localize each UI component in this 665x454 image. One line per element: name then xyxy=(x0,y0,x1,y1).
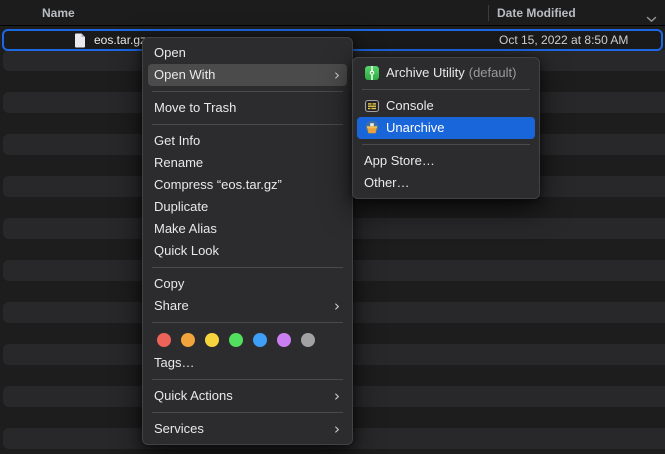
submenu-item-app-store[interactable]: App Store… xyxy=(353,150,539,172)
tag-color-dot[interactable] xyxy=(181,333,195,347)
submenu-item-archive-utility[interactable]: Archive Utility (default) xyxy=(353,62,539,84)
menu-item-services[interactable]: Services › xyxy=(143,418,352,440)
menu-item-duplicate[interactable]: Duplicate xyxy=(143,196,352,218)
menu-item-copy[interactable]: Copy xyxy=(143,273,352,295)
table-row[interactable] xyxy=(0,449,665,454)
chevron-right-icon: › xyxy=(334,386,340,406)
menu-separator xyxy=(362,89,530,90)
menu-item-open[interactable]: Open xyxy=(143,42,352,64)
column-header-date-modified[interactable]: Date Modified xyxy=(497,0,576,26)
menu-item-get-info[interactable]: Get Info xyxy=(143,130,352,152)
tag-color-row xyxy=(143,328,352,352)
file-name: eos.tar.gz xyxy=(94,31,146,49)
menu-item-move-to-trash[interactable]: Move to Trash xyxy=(143,97,352,119)
console-icon xyxy=(364,98,380,114)
tag-color-dot[interactable] xyxy=(205,333,219,347)
tag-color-dot[interactable] xyxy=(301,333,315,347)
tag-color-dot[interactable] xyxy=(157,333,171,347)
menu-item-tags[interactable]: Tags… xyxy=(143,352,352,374)
chevron-right-icon: › xyxy=(334,65,340,85)
menu-separator xyxy=(152,267,343,268)
submenu-item-console[interactable]: Console xyxy=(353,95,539,117)
menu-separator xyxy=(152,91,343,92)
list-header: Name Date Modified xyxy=(0,0,665,26)
menu-item-make-alias[interactable]: Make Alias xyxy=(143,218,352,240)
menu-item-quick-actions[interactable]: Quick Actions › xyxy=(143,385,352,407)
column-divider[interactable] xyxy=(488,5,489,21)
menu-separator xyxy=(152,379,343,380)
menu-item-compress[interactable]: Compress “eos.tar.gz” xyxy=(143,174,352,196)
menu-separator xyxy=(152,124,343,125)
file-date-modified: Oct 15, 2022 at 8:50 AM xyxy=(499,31,628,49)
document-icon xyxy=(74,33,86,53)
open-with-submenu: Archive Utility (default) Console U xyxy=(352,57,540,199)
column-header-name[interactable]: Name xyxy=(42,0,75,26)
chevron-down-icon[interactable] xyxy=(646,10,657,28)
tag-color-dot[interactable] xyxy=(229,333,243,347)
chevron-right-icon: › xyxy=(334,296,340,316)
menu-item-open-with[interactable]: Open With › xyxy=(148,64,347,86)
context-menu: Open Open With › Move to Trash Get Info … xyxy=(142,37,353,445)
menu-item-share[interactable]: Share › xyxy=(143,295,352,317)
archive-utility-icon xyxy=(364,65,380,81)
menu-separator xyxy=(152,322,343,323)
default-app-suffix: (default) xyxy=(469,62,517,84)
submenu-item-unarchive[interactable]: Unarchive xyxy=(357,117,535,139)
unarchive-icon xyxy=(364,120,380,136)
menu-item-rename[interactable]: Rename xyxy=(143,152,352,174)
menu-separator xyxy=(152,412,343,413)
tag-color-dot[interactable] xyxy=(253,333,267,347)
submenu-item-other[interactable]: Other… xyxy=(353,172,539,194)
menu-item-quick-look[interactable]: Quick Look xyxy=(143,240,352,262)
tag-color-dot[interactable] xyxy=(277,333,291,347)
chevron-right-icon: › xyxy=(334,419,340,439)
menu-separator xyxy=(362,144,530,145)
